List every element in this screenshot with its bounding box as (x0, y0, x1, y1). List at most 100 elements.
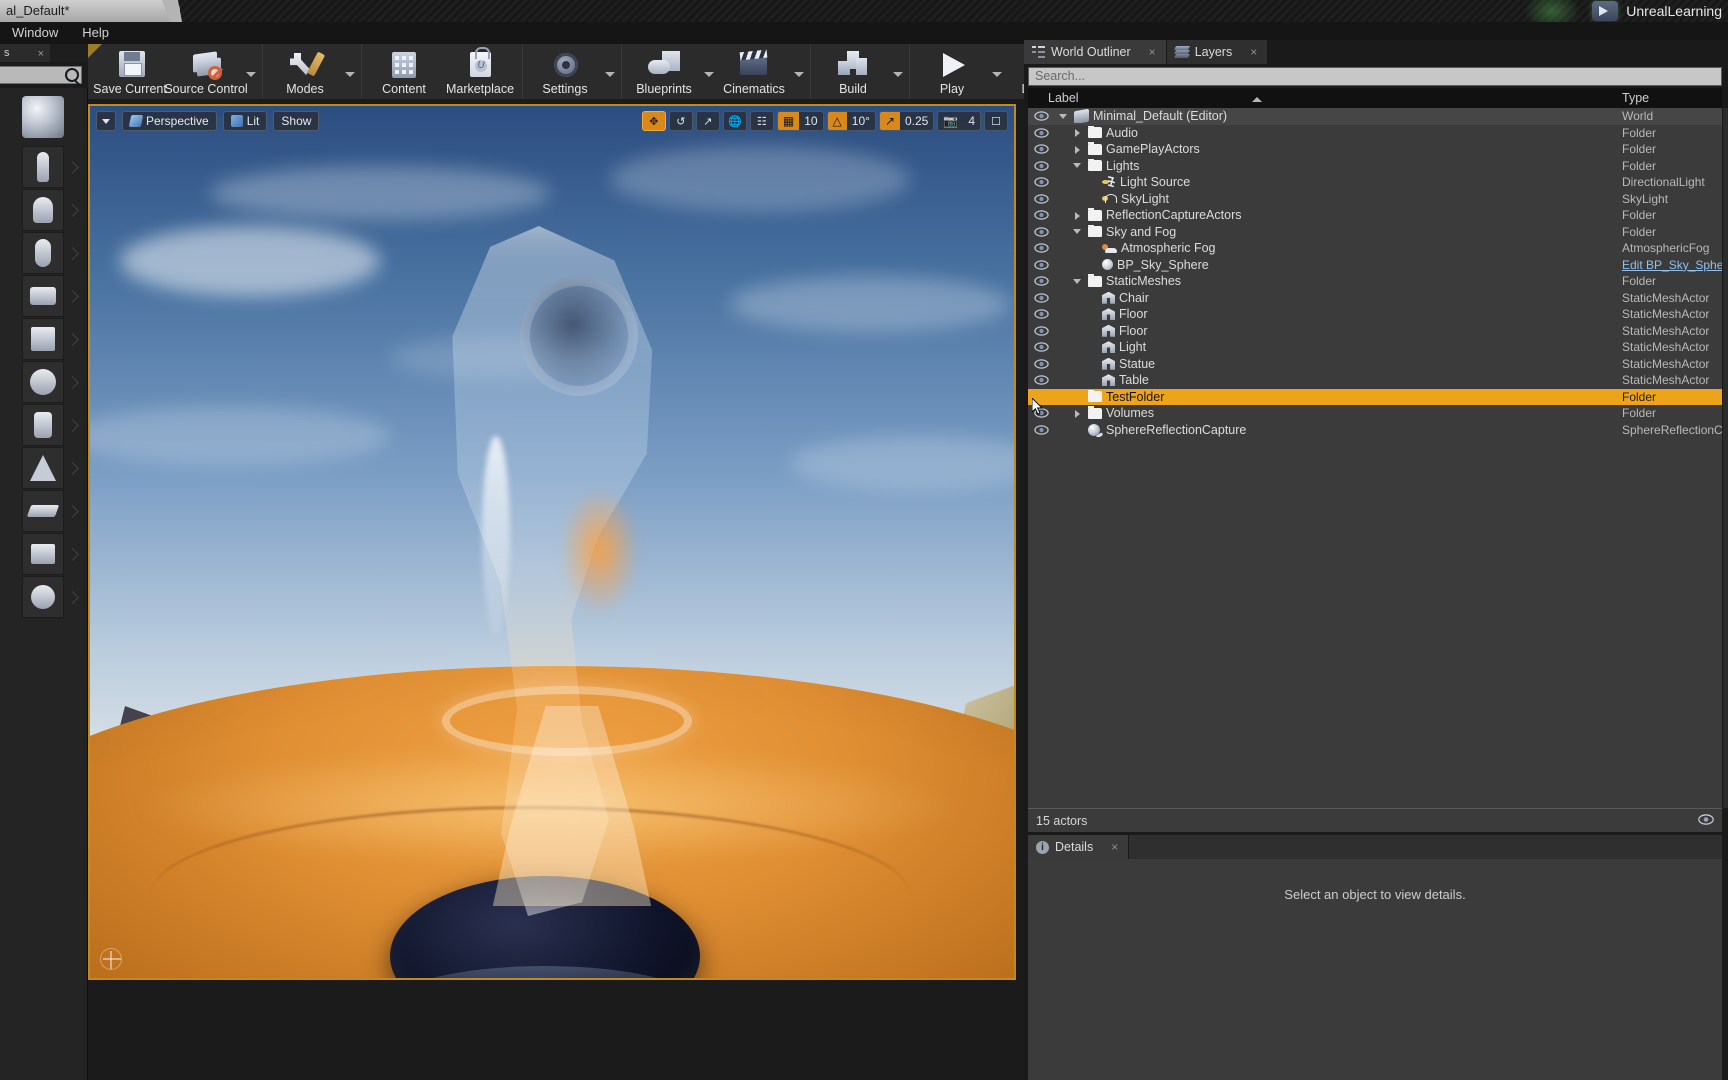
palette-item-cylinder[interactable] (22, 404, 79, 446)
save-current-button[interactable]: Save Current (92, 44, 168, 99)
rotation-snap-group[interactable]: △ 10° (826, 111, 876, 131)
visibility-toggle[interactable] (1028, 161, 1054, 171)
camera-speed-icon[interactable]: 📷 (938, 112, 963, 130)
palette-item-sphere-2[interactable] (22, 576, 79, 618)
settings-dropdown-caret[interactable] (603, 66, 617, 77)
footer-visibility-icon[interactable] (1698, 813, 1714, 828)
camera-speed-group[interactable]: 📷 4 (937, 111, 981, 131)
palette-item-box[interactable] (22, 533, 79, 575)
outliner-row[interactable]: SkyLight SkyLight (1028, 191, 1722, 208)
column-header-type[interactable]: Type (1622, 91, 1722, 105)
build-dropdown-caret[interactable] (891, 66, 905, 77)
tree-expand-arrow-icon[interactable] (1072, 127, 1083, 138)
palette-item-cone[interactable] (22, 447, 79, 489)
build-button[interactable]: Build (815, 44, 891, 99)
camera-speed-value[interactable]: 4 (963, 112, 980, 130)
visibility-toggle[interactable] (1028, 293, 1054, 303)
tree-expand-arrow-icon[interactable] (1072, 160, 1083, 171)
visibility-toggle[interactable] (1028, 227, 1054, 237)
left-panel-search-input[interactable] (0, 66, 82, 84)
outliner-row[interactable]: Floor StaticMeshActor (1028, 306, 1722, 323)
modes-button[interactable]: Modes (267, 44, 343, 99)
tree-expand-arrow-icon[interactable] (1072, 144, 1083, 155)
visibility-toggle[interactable] (1028, 408, 1054, 418)
tab-details-close-icon[interactable]: × (1111, 840, 1118, 854)
tree-expand-arrow-icon[interactable] (1072, 276, 1083, 287)
outliner-row[interactable]: Volumes Folder (1028, 405, 1722, 422)
viewport-view-mode-button[interactable]: Lit (222, 111, 268, 131)
visibility-toggle[interactable] (1028, 425, 1054, 435)
visibility-toggle[interactable] (1028, 309, 1054, 319)
palette-item-mannequin[interactable] (22, 189, 79, 231)
modes-dropdown-caret[interactable] (343, 66, 357, 77)
visibility-toggle[interactable] (1028, 375, 1054, 385)
visibility-toggle[interactable] (1028, 260, 1054, 270)
visibility-toggle[interactable] (1028, 177, 1054, 187)
rotation-snap-value[interactable]: 10° (847, 112, 875, 130)
visibility-toggle[interactable] (1028, 210, 1054, 220)
outliner-row[interactable]: Table StaticMeshActor (1028, 372, 1722, 389)
outliner-scrollbar[interactable] (1723, 108, 1728, 808)
viewport-camera-mode-button[interactable]: Perspective (122, 111, 217, 131)
outliner-row[interactable]: GamePlayActors Folder (1028, 141, 1722, 158)
outliner-row[interactable]: Audio Folder (1028, 125, 1722, 142)
scale-snap-value[interactable]: 0.25 (900, 112, 933, 130)
palette-preview-sphere[interactable] (22, 96, 64, 138)
visibility-toggle[interactable] (1028, 144, 1054, 154)
outliner-row[interactable]: SphereReflectionCapture SphereReflectionC… (1028, 422, 1722, 439)
transform-scale-icon[interactable]: ↗ (695, 111, 720, 131)
menu-window[interactable]: Window (0, 22, 70, 44)
palette-item-camera[interactable] (22, 275, 79, 317)
scale-snap-icon[interactable]: ↗ (879, 112, 900, 130)
maximize-viewport-icon[interactable]: ☐ (984, 111, 1008, 131)
left-panel-close-icon[interactable]: × (38, 45, 44, 63)
palette-item-cube[interactable] (22, 318, 79, 360)
project-title-tab[interactable]: al_Default* (0, 0, 180, 22)
cinematics-button[interactable]: Cinematics (716, 44, 792, 99)
outliner-row[interactable]: Light Source DirectionalLight (1028, 174, 1722, 191)
outliner-row[interactable]: Lights Folder (1028, 158, 1722, 175)
palette-item-capsule[interactable] (22, 232, 79, 274)
visibility-toggle[interactable] (1028, 276, 1054, 286)
grid-snap-icon[interactable]: ▦ (777, 112, 800, 130)
visibility-toggle[interactable] (1028, 194, 1054, 204)
tab-layers-close-icon[interactable]: × (1250, 45, 1257, 59)
cinematics-dropdown-caret[interactable] (792, 66, 806, 77)
play-dropdown-caret[interactable] (990, 66, 1004, 77)
tab-world-outliner[interactable]: World Outliner × (1024, 40, 1167, 64)
palette-item-character[interactable] (22, 146, 79, 188)
outliner-row[interactable]: Atmospheric Fog AtmosphericFog (1028, 240, 1722, 257)
menu-help[interactable]: Help (70, 22, 121, 44)
column-header-label[interactable]: Label (1028, 91, 1622, 105)
outliner-row[interactable]: TestFolder Folder (1028, 388, 1722, 405)
play-button[interactable]: Play (914, 44, 990, 99)
outliner-row[interactable]: Light StaticMeshActor (1028, 339, 1722, 356)
settings-button[interactable]: Settings (527, 44, 603, 99)
rotation-snap-icon[interactable]: △ (827, 112, 847, 130)
tab-world-outliner-close-icon[interactable]: × (1149, 45, 1156, 59)
outliner-row[interactable]: Chair StaticMeshActor (1028, 290, 1722, 307)
coordinate-system-icon[interactable]: 🌐 (722, 111, 747, 131)
blueprints-button[interactable]: Blueprints (626, 44, 702, 99)
visibility-toggle[interactable] (1028, 128, 1054, 138)
tab-layers[interactable]: Layers × (1166, 40, 1269, 64)
visibility-toggle[interactable] (1028, 111, 1054, 121)
viewport-options-dropdown[interactable] (96, 111, 116, 131)
left-panel-tab[interactable]: s × (0, 44, 50, 62)
grid-snap-group[interactable]: ▦ 10 (776, 111, 824, 131)
tree-expand-arrow-icon[interactable] (1072, 408, 1083, 419)
viewport-show-menu-button[interactable]: Show (273, 111, 320, 131)
visibility-toggle[interactable] (1028, 243, 1054, 253)
outliner-row[interactable]: Sky and Fog Folder (1028, 224, 1722, 241)
tree-expand-arrow-icon[interactable] (1072, 226, 1083, 237)
scale-snap-group[interactable]: ↗ 0.25 (878, 111, 935, 131)
outliner-row[interactable]: StaticMeshes Folder (1028, 273, 1722, 290)
transform-rotate-icon[interactable]: ↺ (668, 111, 693, 131)
source-control-dropdown-caret[interactable] (244, 66, 258, 77)
visibility-toggle[interactable] (1028, 342, 1054, 352)
outliner-row[interactable]: BP_Sky_Sphere Edit BP_Sky_Sphe (1028, 257, 1722, 274)
tree-expand-arrow-icon[interactable] (1058, 111, 1069, 122)
outliner-row[interactable]: Minimal_Default (Editor) World (1028, 108, 1722, 125)
visibility-toggle[interactable] (1028, 326, 1054, 336)
level-viewport[interactable]: Perspective Lit Show ✥ ↺ ↗ 🌐 ☷ ▦ 10 △ 10… (88, 104, 1016, 980)
